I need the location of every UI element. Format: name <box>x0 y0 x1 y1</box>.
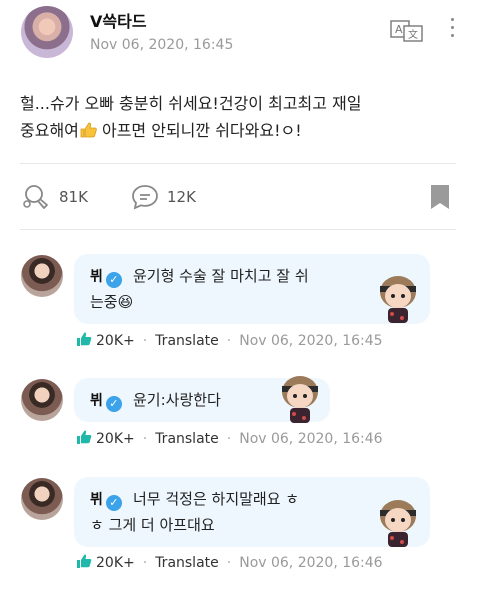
reply-author-name[interactable]: 뷔 <box>90 393 103 409</box>
more-options-icon[interactable] <box>447 15 457 45</box>
translate-icon[interactable]: A 文 <box>390 20 424 42</box>
character-sticker-icon <box>380 276 416 323</box>
comment-count: 12K <box>167 188 196 206</box>
reply-date: Nov 06, 2020, 16:45 <box>239 333 383 349</box>
translate-link[interactable]: Translate <box>155 431 219 447</box>
reply-text-block: 뷔 ✓ 윤기형 수술 잘 마치고 잘 쉬 는중😆 <box>90 263 309 315</box>
post-author-avatar[interactable] <box>21 6 73 58</box>
reply-avatar[interactable] <box>21 478 63 520</box>
reply-text-block: 뷔 ✓ 너무 걱정은 하지말래요 ㅎ ㅎ 그게 더 아프대요 <box>90 486 299 538</box>
reply-like-count: 20K+ <box>96 431 135 447</box>
thumbs-up-emoji-icon <box>80 122 97 138</box>
reply-meta: 20K+ · Translate · Nov 06, 2020, 16:46 <box>76 430 383 447</box>
separator-dot: · <box>142 431 148 447</box>
post-body: 헐...슈가 오빠 충분히 쉬세요!건강이 최고최고 재일 중요해여 아프면 안… <box>20 90 440 144</box>
comment-icon[interactable] <box>131 184 159 210</box>
separator-dot: · <box>142 333 148 349</box>
like-icon[interactable] <box>21 183 51 211</box>
divider <box>20 163 456 164</box>
post-text-line1: 헐...슈가 오빠 충분히 쉬세요!건강이 최고최고 재일 <box>20 94 362 113</box>
thumbs-up-icon[interactable] <box>76 554 92 568</box>
reply-avatar[interactable] <box>21 379 63 421</box>
separator-dot: · <box>226 333 232 349</box>
character-sticker-icon <box>282 376 318 423</box>
reply-text-line2: 는중😆 <box>90 293 134 311</box>
bookmark-icon[interactable] <box>430 184 450 210</box>
post-text-line2-b: 아프면 안되니깐 쉬다와요!ㅇ! <box>96 121 302 140</box>
thumbs-up-icon[interactable] <box>76 430 92 444</box>
like-count: 81K <box>59 188 88 206</box>
reply-author-name[interactable]: 뷔 <box>90 492 103 508</box>
reply-date: Nov 06, 2020, 16:46 <box>239 555 383 571</box>
verified-check-icon: ✓ <box>105 272 122 288</box>
reply-like-count: 20K+ <box>96 333 135 349</box>
separator-dot: · <box>226 555 232 571</box>
post-text-line2: 중요해여 아프면 안되니깐 쉬다와요!ㅇ! <box>20 117 440 144</box>
translate-link[interactable]: Translate <box>155 333 219 349</box>
reply-text-line1: 윤기형 수술 잘 마치고 잘 쉬 <box>132 267 309 285</box>
post-text-line2-a: 중요해여 <box>20 121 79 140</box>
svg-text:文: 文 <box>408 28 418 41</box>
separator-dot: · <box>226 431 232 447</box>
divider <box>20 229 456 230</box>
post-date: Nov 06, 2020, 16:45 <box>90 37 234 53</box>
verified-check-icon: ✓ <box>105 495 122 511</box>
verified-check-icon: ✓ <box>105 396 122 412</box>
thumbs-up-icon[interactable] <box>76 332 92 346</box>
reply-meta: 20K+ · Translate · Nov 06, 2020, 16:46 <box>76 554 383 571</box>
post-author-name[interactable]: V쓱타드 <box>90 8 147 32</box>
reply-like-count: 20K+ <box>96 555 135 571</box>
character-sticker-icon <box>380 500 416 547</box>
reply-text-line1: 너무 걱정은 하지말래요 ㅎ <box>132 490 300 508</box>
reply-avatar[interactable] <box>21 255 63 297</box>
reply-date: Nov 06, 2020, 16:46 <box>239 431 383 447</box>
svg-text:A: A <box>395 23 403 36</box>
reply-text-line1: 윤기:사랑한다 <box>132 391 221 409</box>
reply-meta: 20K+ · Translate · Nov 06, 2020, 16:45 <box>76 332 383 349</box>
reply-text-block: 뷔 ✓ 윤기:사랑한다 <box>90 387 221 413</box>
translate-link[interactable]: Translate <box>155 555 219 571</box>
separator-dot: · <box>142 555 148 571</box>
reply-author-name[interactable]: 뷔 <box>90 269 103 285</box>
reply-text-line2: ㅎ 그게 더 아프대요 <box>90 516 215 534</box>
